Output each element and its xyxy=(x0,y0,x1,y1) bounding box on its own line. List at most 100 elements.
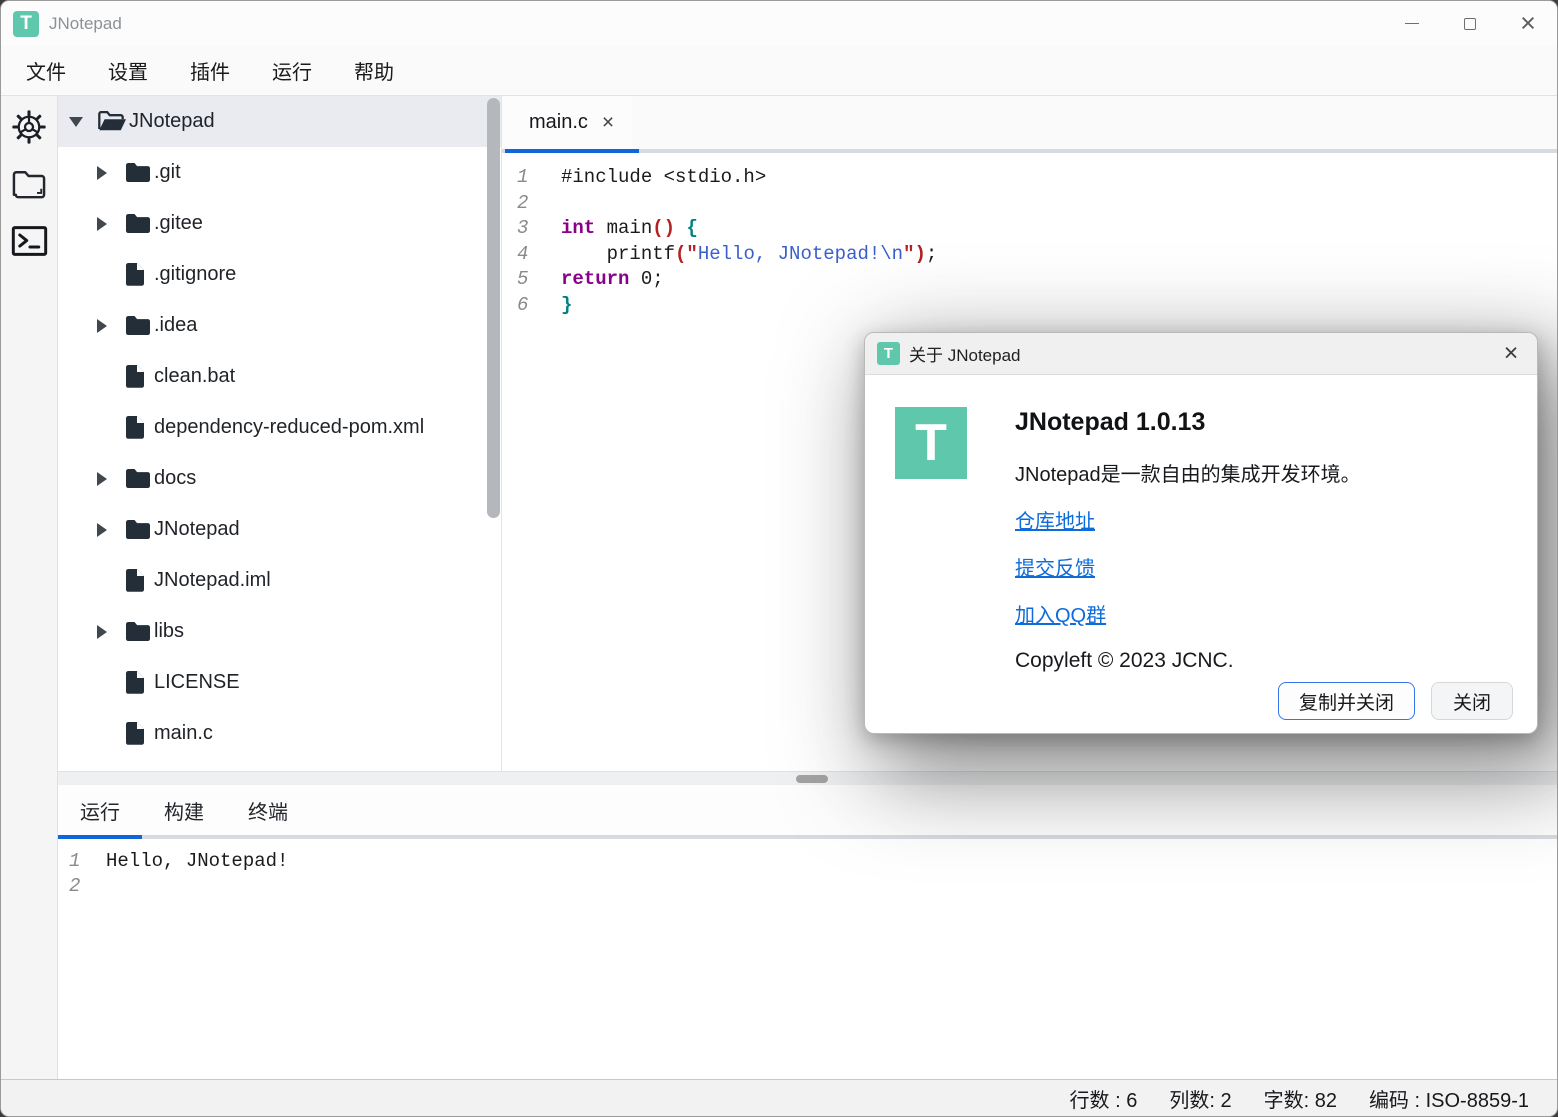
active-tab-indicator xyxy=(505,149,639,153)
tab-main-c[interactable]: main.c × xyxy=(502,96,632,149)
line-number: 2 xyxy=(58,875,82,900)
app-logo-large: T xyxy=(895,407,967,479)
tree-label[interactable]: .gitee xyxy=(154,212,203,235)
tree-row-root[interactable]: JNotepad xyxy=(58,96,501,147)
folder-icon xyxy=(126,316,150,335)
tree-row[interactable]: main.c xyxy=(58,708,501,759)
close-button[interactable]: × xyxy=(1499,1,1557,46)
copyleft-text: Copyleft © 2023 JCNC. xyxy=(1015,649,1361,673)
tree-label[interactable]: .git xyxy=(154,161,181,184)
chevron-down-icon[interactable] xyxy=(69,117,83,127)
chevron-right-icon[interactable] xyxy=(97,523,107,537)
tree-row[interactable]: JNotepad xyxy=(58,504,501,555)
horizontal-scrollbar[interactable] xyxy=(58,771,1557,785)
tree-row[interactable]: JNotepad.iml xyxy=(58,555,501,606)
output-line: 2 xyxy=(58,875,1557,900)
file-icon xyxy=(126,365,144,388)
dialog-title: 关于 JNotepad xyxy=(909,341,1021,366)
line-number: 1 xyxy=(502,166,528,192)
code-line: 6 } xyxy=(502,294,1557,320)
bottom-panel: 运行 构建 终端 1 Hello, JNotepad! 2 xyxy=(58,785,1557,1079)
minimize-button[interactable] xyxy=(1383,1,1441,46)
output-line: 1 Hello, JNotepad! xyxy=(58,850,1557,875)
tree-row[interactable]: LICENSE xyxy=(58,657,501,708)
code-line: 3 int main() { xyxy=(502,217,1557,243)
about-dialog: T 关于 JNotepad × T JNotepad 1.0.13 JNotep… xyxy=(864,332,1538,734)
chevron-right-icon[interactable] xyxy=(97,472,107,486)
line-number: 1 xyxy=(58,850,82,875)
chevron-right-icon[interactable] xyxy=(97,625,107,639)
dialog-close-icon[interactable]: × xyxy=(1485,339,1537,368)
tree-row[interactable]: docs xyxy=(58,453,501,504)
menu-file[interactable]: 文件 xyxy=(5,56,87,85)
tree-label[interactable]: libs xyxy=(154,620,184,643)
tree-row[interactable]: dependency-reduced-pom.xml xyxy=(58,402,501,453)
folder-icon xyxy=(10,168,48,200)
copy-and-close-button[interactable]: 复制并关闭 xyxy=(1278,682,1415,720)
app-name-version: JNotepad 1.0.13 xyxy=(1015,408,1361,437)
line-number: 5 xyxy=(502,268,528,294)
line-number: 2 xyxy=(502,192,528,218)
tree-row[interactable]: .gitee xyxy=(58,198,501,249)
status-line-count: 行数 : 6 xyxy=(1070,1084,1138,1113)
maximize-button[interactable] xyxy=(1441,1,1499,46)
title-bar: T JNotepad × xyxy=(1,1,1557,46)
tree-label[interactable]: .idea xyxy=(154,314,197,337)
tree-row[interactable]: .git xyxy=(58,147,501,198)
tree-label[interactable]: JNotepad.iml xyxy=(154,569,271,592)
feedback-link[interactable]: 提交反馈 xyxy=(1015,552,1095,581)
tree-label[interactable]: .gitignore xyxy=(154,263,236,286)
tab-build[interactable]: 构建 xyxy=(142,785,226,835)
terminal-button[interactable] xyxy=(6,218,52,264)
folder-icon xyxy=(126,163,150,182)
chevron-right-icon[interactable] xyxy=(97,319,107,333)
status-column: 列数: 2 xyxy=(1169,1084,1231,1113)
tree-scrollbar[interactable] xyxy=(487,98,500,518)
tree-row[interactable]: clean.bat xyxy=(58,351,501,402)
chevron-right-icon[interactable] xyxy=(97,217,107,231)
run-output[interactable]: 1 Hello, JNotepad! 2 xyxy=(58,839,1557,1079)
tab-label: main.c xyxy=(529,111,588,134)
file-icon xyxy=(126,569,144,592)
code-line: 2 xyxy=(502,192,1557,218)
file-explorer-button[interactable] xyxy=(6,161,52,207)
qq-group-link[interactable]: 加入QQ群 xyxy=(1015,599,1106,628)
horizontal-scrollbar-thumb[interactable] xyxy=(796,775,828,783)
tree-row[interactable]: libs xyxy=(58,606,501,657)
tab-run[interactable]: 运行 xyxy=(58,785,142,835)
close-dialog-button[interactable]: 关闭 xyxy=(1431,682,1513,720)
status-char-count: 字数: 82 xyxy=(1264,1084,1337,1113)
app-logo-icon: T xyxy=(877,342,900,365)
tree-label[interactable]: JNotepad xyxy=(154,518,240,541)
line-number: 6 xyxy=(502,294,528,320)
file-icon xyxy=(126,722,144,745)
tab-terminal[interactable]: 终端 xyxy=(226,785,310,835)
menu-run[interactable]: 运行 xyxy=(251,56,333,85)
repo-link[interactable]: 仓库地址 xyxy=(1015,505,1095,534)
dialog-title-bar: T 关于 JNotepad × xyxy=(865,333,1537,375)
code-line: 5 return 0; xyxy=(502,268,1557,294)
file-icon xyxy=(126,671,144,694)
tree-row[interactable]: .idea xyxy=(58,300,501,351)
tab-close-icon[interactable]: × xyxy=(602,111,614,135)
tree-label[interactable]: dependency-reduced-pom.xml xyxy=(154,416,424,439)
menu-plugins[interactable]: 插件 xyxy=(169,56,251,85)
menu-bar: 文件 设置 插件 运行 帮助 xyxy=(1,46,1557,96)
status-bar: 行数 : 6 列数: 2 字数: 82 编码 : ISO-8859-1 xyxy=(1,1079,1557,1116)
tree-label[interactable]: JNotepad xyxy=(129,110,215,133)
tree-label[interactable]: clean.bat xyxy=(154,365,235,388)
tree-row[interactable]: .gitignore xyxy=(58,249,501,300)
line-number: 3 xyxy=(502,217,528,243)
tree-label[interactable]: LICENSE xyxy=(154,671,240,694)
tree-label[interactable]: docs xyxy=(154,467,196,490)
bottom-tab-bar: 运行 构建 终端 xyxy=(58,785,1557,839)
chevron-right-icon[interactable] xyxy=(97,166,107,180)
code-line: 1 #include <stdio.h> xyxy=(502,166,1557,192)
folder-icon xyxy=(126,520,150,539)
settings-gear-button[interactable] xyxy=(6,104,52,150)
menu-help[interactable]: 帮助 xyxy=(333,56,415,85)
tree-label[interactable]: main.c xyxy=(154,722,213,745)
file-icon xyxy=(126,416,144,439)
folder-open-icon xyxy=(98,111,126,132)
menu-settings[interactable]: 设置 xyxy=(87,56,169,85)
